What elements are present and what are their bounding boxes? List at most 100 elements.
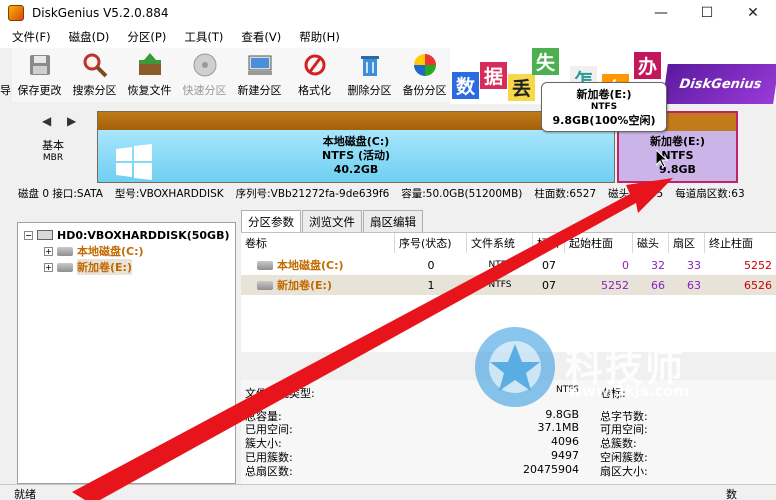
partition-details: 文件系统类型: NTFS 卷标: 总容量: 9.8GB 已用空间: 37.1MB… <box>241 380 776 484</box>
toolbar: 保存更改 搜索分区 恢复文件 快速分区 新建分区 格式化 删除分区 备份分区 <box>12 48 462 102</box>
disk-model: 型号:VBOXHARDDISK <box>114 187 224 200</box>
windows-logo-icon <box>116 144 152 180</box>
row-sector: 33 <box>687 258 701 272</box>
tooltip-name: 新加卷(E:) <box>576 87 632 101</box>
status-num: 数 <box>726 488 737 500</box>
detail-value: 37.1MB <box>537 421 579 434</box>
tree-volume-e[interactable]: + 新加卷(E:) <box>44 259 132 275</box>
search-partition-label: 搜索分区 <box>72 84 117 97</box>
format-icon <box>301 51 329 79</box>
window-controls: — ☐ ✕ <box>638 0 776 26</box>
collapse-icon[interactable]: − <box>24 230 33 240</box>
row-head: 66 <box>651 278 665 292</box>
recover-files-button[interactable]: 恢复文件 <box>122 48 177 102</box>
status-bar: 就绪 数 <box>0 484 776 500</box>
backup-icon <box>411 51 439 79</box>
new-partition-button[interactable]: 新建分区 <box>232 48 287 102</box>
recover-files-label: 恢复文件 <box>127 84 172 97</box>
tab-sector-edit[interactable]: 扇区编辑 <box>363 210 423 232</box>
col-index[interactable]: 序号(状态) <box>395 233 467 253</box>
window-title: DiskGenius V5.2.0.884 <box>32 6 169 20</box>
col-start-cyl[interactable]: 起始柱面 <box>565 233 633 253</box>
menu-view[interactable]: 查看(V) <box>241 29 281 45</box>
row-sector: 63 <box>687 278 701 292</box>
row-fs: NTFS <box>488 280 512 290</box>
backup-partition-button[interactable]: 备份分区 <box>397 48 452 102</box>
watermark-url: www.3kjs.com <box>568 382 690 400</box>
volume-icon <box>57 246 73 256</box>
banner-brand: DiskGenius <box>662 64 776 104</box>
col-fs[interactable]: 文件系统 <box>467 233 533 253</box>
partition-e-name: 新加卷(E:) <box>650 135 705 148</box>
close-button[interactable]: ✕ <box>730 0 776 26</box>
col-end-cyl[interactable]: 终止柱面 <box>705 233 776 253</box>
menu-partition[interactable]: 分区(P) <box>127 29 166 45</box>
detail-label: 簇大小: <box>245 437 282 450</box>
menu-tools[interactable]: 工具(T) <box>184 29 223 45</box>
partition-table: 卷标 序号(状态) 文件系统 标识 起始柱面 磁头 扇区 终止柱面 本地磁盘(C… <box>241 232 776 352</box>
quick-partition-icon <box>191 51 219 79</box>
detail-value: 9.8GB <box>545 408 579 421</box>
delete-icon <box>356 51 384 79</box>
title-bar: DiskGenius V5.2.0.884 — ☐ ✕ <box>0 0 776 26</box>
format-button[interactable]: 格式化 <box>287 48 342 102</box>
disk-info-line: 磁盘 0 接口:SATA 型号:VBOXHARDDISK 序列号:VBb2127… <box>0 184 776 202</box>
save-changes-label: 保存更改 <box>17 84 62 97</box>
disk-sectors-per-track: 每道扇区数:63 <box>675 187 745 200</box>
col-head[interactable]: 磁头 <box>633 233 669 253</box>
tree-disk-node[interactable]: − HD0:VBOXHARDDISK(50GB) <box>24 227 230 243</box>
delete-partition-label: 删除分区 <box>347 84 392 97</box>
save-changes-button[interactable]: 保存更改 <box>12 48 67 102</box>
delete-partition-button[interactable]: 删除分区 <box>342 48 397 102</box>
tree-volume-e-label: 新加卷(E:) <box>77 259 132 275</box>
expand-icon[interactable]: + <box>44 262 53 272</box>
row-label: 本地磁盘(C:) <box>277 259 344 272</box>
maximize-button[interactable]: ☐ <box>684 0 730 26</box>
mouse-cursor-icon <box>656 150 668 168</box>
disk-tree: − HD0:VBOXHARDDISK(50GB) + 本地磁盘(C:) + 新加… <box>17 222 236 484</box>
banner-char: 失 <box>532 48 559 75</box>
disk-interface: 磁盘 0 接口:SATA <box>18 187 103 200</box>
disk-nav-arrows[interactable]: ◀ ▶ <box>42 114 82 128</box>
detail-label: 总扇区数: <box>245 465 293 478</box>
right-tabs: 分区参数 浏览文件 扇区编辑 <box>241 210 424 232</box>
partition-c-size: 40.2GB <box>333 163 379 176</box>
app-icon <box>8 5 24 21</box>
partition-tooltip: 新加卷(E:) NTFS 9.8GB(100%空闲) <box>541 82 667 132</box>
col-sector[interactable]: 扇区 <box>669 233 705 253</box>
detail-label: 已用空间: <box>245 423 293 436</box>
banner-char: 丢 <box>508 74 535 101</box>
tree-volume-c[interactable]: + 本地磁盘(C:) <box>44 243 144 259</box>
col-label[interactable]: 卷标 <box>241 233 395 253</box>
quick-partition-button[interactable]: 快速分区 <box>177 48 232 102</box>
tooltip-size: 9.8GB(100%空闲) <box>552 113 656 127</box>
detail-label: 空闲簇数: <box>600 451 648 464</box>
disk-heads: 磁头数:255 <box>608 187 664 200</box>
detail-label: 总簇数: <box>600 437 637 450</box>
detail-label: 扇区大小: <box>600 465 648 478</box>
partition-c-block[interactable]: 本地磁盘(C:) NTFS (活动) 40.2GB <box>97 111 615 183</box>
detail-value: 4096 <box>551 435 579 448</box>
magnifier-icon <box>81 51 109 79</box>
table-row[interactable]: 新加卷(E:) 1 NTFS 07 5252 66 63 6526 <box>241 275 776 295</box>
menu-file[interactable]: 文件(F) <box>12 29 51 45</box>
disk-type: 基本 <box>42 139 64 152</box>
table-row[interactable]: 本地磁盘(C:) 0 NTFS 07 0 32 33 5252 <box>241 255 776 275</box>
expand-icon[interactable]: + <box>44 246 53 256</box>
new-partition-icon <box>246 51 274 79</box>
recover-icon <box>136 51 164 79</box>
backup-partition-label: 备份分区 <box>402 84 447 97</box>
row-id: 07 <box>542 258 556 272</box>
search-partition-button[interactable]: 搜索分区 <box>67 48 122 102</box>
row-head: 32 <box>651 258 665 272</box>
tree-disk-label: HD0:VBOXHARDDISK(50GB) <box>57 228 230 242</box>
tab-partition-params[interactable]: 分区参数 <box>241 210 301 232</box>
save-icon <box>26 51 54 79</box>
menu-disk[interactable]: 磁盘(D) <box>69 29 110 45</box>
minimize-button[interactable]: — <box>638 0 684 26</box>
tab-browse-files[interactable]: 浏览文件 <box>302 210 362 232</box>
partition-c-name: 本地磁盘(C:) <box>322 135 390 148</box>
col-id[interactable]: 标识 <box>533 233 565 253</box>
menu-help[interactable]: 帮助(H) <box>299 29 340 45</box>
row-fs: NTFS <box>488 260 512 270</box>
